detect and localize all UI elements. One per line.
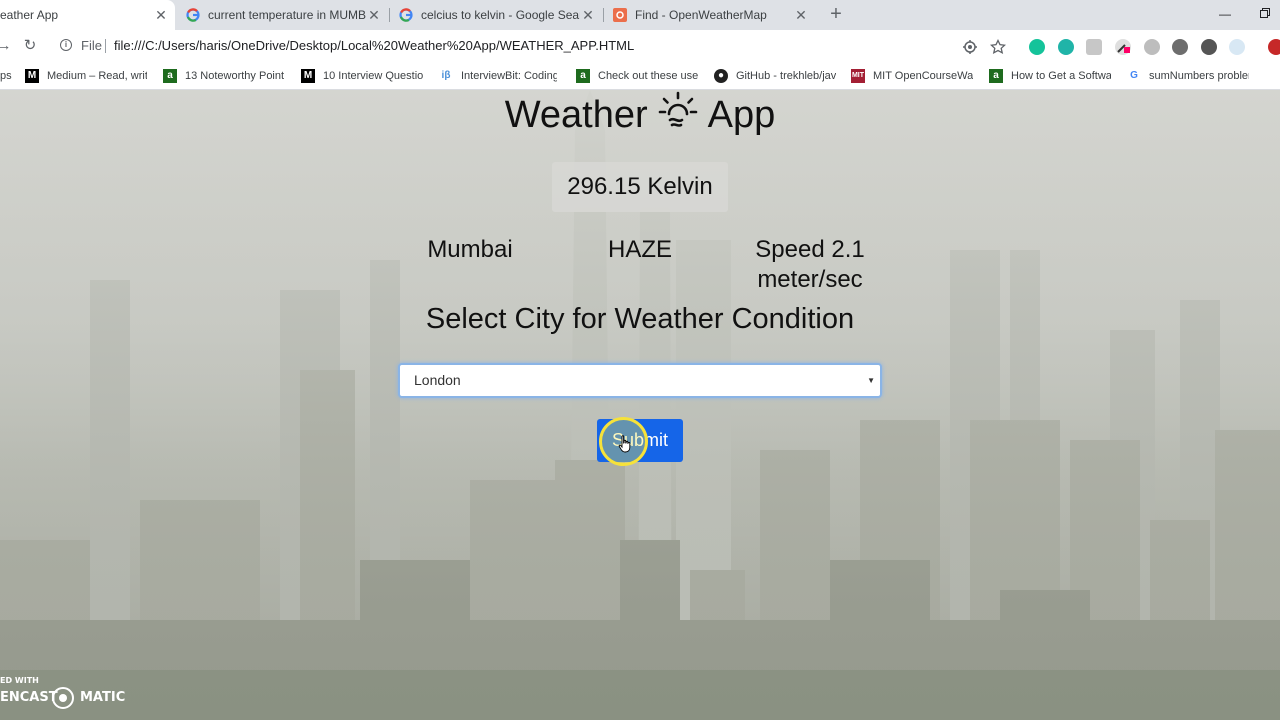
temperature-display: 296.15 Kelvin bbox=[552, 162, 728, 212]
mit-icon: MIT bbox=[851, 68, 865, 83]
bookmark-green-icon: a bbox=[163, 68, 177, 83]
weather-condition: HAZE bbox=[607, 236, 672, 263]
bookmark-label: 10 Interview Questio bbox=[323, 69, 423, 82]
tab-separator bbox=[603, 8, 604, 22]
google-icon bbox=[186, 8, 200, 22]
wind-speed-unit: meter/sec bbox=[757, 266, 863, 293]
bookmark-label: sumNumbers probler bbox=[1149, 69, 1249, 82]
forward-arrow-icon[interactable]: → bbox=[0, 36, 14, 56]
watermark-top: ED WITH bbox=[0, 676, 39, 685]
bookmark-label: Check out these usef bbox=[598, 69, 698, 82]
bookmark-label: GitHub - trekhleb/jav bbox=[736, 69, 836, 82]
extension-icon[interactable] bbox=[1086, 39, 1102, 55]
bookmark-medium[interactable]: M Medium – Read, writ bbox=[25, 62, 147, 89]
openweathermap-icon bbox=[613, 8, 627, 22]
bookmark-check-out[interactable]: a Check out these usef bbox=[576, 62, 698, 89]
screencast-logo-icon bbox=[52, 687, 74, 709]
bookmark-green-icon: a bbox=[576, 68, 590, 83]
close-tab-icon[interactable]: ✕ bbox=[366, 7, 382, 23]
minimize-window-icon[interactable]: — bbox=[1215, 4, 1235, 24]
site-info-icon[interactable]: i bbox=[60, 39, 72, 51]
tab-weather-app[interactable]: eather App ✕ bbox=[0, 0, 175, 30]
close-tab-icon[interactable]: ✕ bbox=[793, 7, 809, 23]
tab-title: current temperature in MUMBAI bbox=[208, 8, 366, 22]
bookmark-label: How to Get a Softwa bbox=[1011, 69, 1111, 82]
tab-openweathermap[interactable]: Find - OpenWeatherMap ✕ bbox=[605, 0, 815, 30]
app-title: Weather App bbox=[0, 90, 1280, 140]
bookmarks-bar: ps M Medium – Read, writ a 13 Noteworthy P… bbox=[0, 62, 1280, 90]
tab-title: Find - OpenWeatherMap bbox=[635, 8, 767, 22]
close-tab-icon[interactable]: ✕ bbox=[580, 7, 596, 23]
url-scheme: File bbox=[81, 38, 102, 53]
weather-app-page: Weather App 296.15 Kelvin Mumbai HAZE Sp… bbox=[0, 90, 1280, 720]
reload-icon[interactable]: ↻ bbox=[20, 36, 40, 56]
extension-icon[interactable] bbox=[1172, 39, 1188, 55]
interviewbit-icon: iβ bbox=[441, 70, 451, 81]
new-tab-button[interactable]: + bbox=[826, 4, 846, 25]
wind-speed: Speed 2.1 meter/sec bbox=[735, 235, 885, 295]
app-title-left: Weather bbox=[504, 94, 648, 136]
watermark-right: MATIC bbox=[80, 690, 126, 705]
restore-window-icon[interactable] bbox=[1255, 4, 1275, 24]
bookmark-noteworthy[interactable]: a 13 Noteworthy Point bbox=[163, 62, 285, 89]
app-title-right: App bbox=[707, 94, 776, 136]
select-city-heading: Select City for Weather Condition bbox=[425, 303, 855, 335]
bookmark-github[interactable]: ● GitHub - trekhleb/jav bbox=[714, 62, 836, 89]
bookmark-label: MIT OpenCourseWar bbox=[873, 69, 973, 82]
close-tab-icon[interactable]: ✕ bbox=[153, 7, 169, 23]
dropdown-caret-icon: ▼ bbox=[867, 376, 875, 385]
github-icon: ● bbox=[714, 68, 728, 83]
tab-separator bbox=[389, 8, 390, 22]
hand-cursor-icon bbox=[618, 435, 632, 453]
tab-title: celcius to kelvin - Google Search bbox=[421, 8, 580, 22]
bookmark-label: Medium – Read, writ bbox=[47, 69, 147, 82]
wind-speed-value: Speed 2.1 bbox=[755, 236, 865, 263]
bookmark-mit[interactable]: MIT MIT OpenCourseWar bbox=[851, 62, 973, 89]
address-bar[interactable]: file:///C:/Users/haris/OneDrive/Desktop/… bbox=[114, 38, 634, 53]
extension-icon[interactable] bbox=[1229, 39, 1245, 55]
grammarly-extension-icon[interactable] bbox=[1029, 39, 1045, 55]
bookmark-interviewbit[interactable]: iβ InterviewBit: Coding bbox=[439, 62, 557, 89]
medium-icon: M bbox=[25, 68, 39, 83]
profile-avatar[interactable] bbox=[1268, 39, 1280, 55]
bookmark-apps[interactable]: ps bbox=[0, 62, 20, 89]
bookmark-software[interactable]: a How to Get a Softwa bbox=[989, 62, 1111, 89]
bookmark-label: InterviewBit: Coding bbox=[461, 69, 557, 82]
city-name: Mumbai bbox=[427, 236, 513, 263]
extension-icon[interactable] bbox=[1201, 39, 1217, 55]
city-select-value: London bbox=[414, 372, 461, 388]
location-icon[interactable] bbox=[962, 39, 978, 55]
extension-icon[interactable] bbox=[1058, 39, 1074, 55]
url-separator bbox=[105, 39, 106, 53]
city-select[interactable]: London ▼ bbox=[398, 363, 882, 398]
tab-celcius-to-kelvin[interactable]: celcius to kelvin - Google Search ✕ bbox=[391, 0, 602, 30]
sun-cloud-icon bbox=[658, 90, 698, 140]
bookmark-label: ps bbox=[0, 69, 12, 82]
watermark-left: ENCAST bbox=[0, 690, 58, 705]
bookmark-interview-questions[interactable]: M 10 Interview Questio bbox=[301, 62, 423, 89]
tab-strip: eather App ✕ current temperature in MUMB… bbox=[0, 0, 1280, 30]
eyedropper-extension-icon[interactable] bbox=[1115, 39, 1131, 55]
bookmark-sumnumbers[interactable]: GsumNumbers probler bbox=[1127, 62, 1249, 89]
extension-icon[interactable] bbox=[1144, 39, 1160, 55]
medium-icon: M bbox=[301, 68, 315, 83]
google-icon bbox=[399, 8, 413, 22]
google-icon: G bbox=[1130, 70, 1138, 81]
tab-current-temperature[interactable]: current temperature in MUMBAI ✕ bbox=[178, 0, 388, 30]
bookmark-star-icon[interactable] bbox=[989, 38, 1007, 55]
tab-title: eather App bbox=[0, 8, 59, 22]
bookmark-green-icon: a bbox=[989, 68, 1003, 83]
bookmark-label: 13 Noteworthy Point bbox=[185, 69, 285, 82]
